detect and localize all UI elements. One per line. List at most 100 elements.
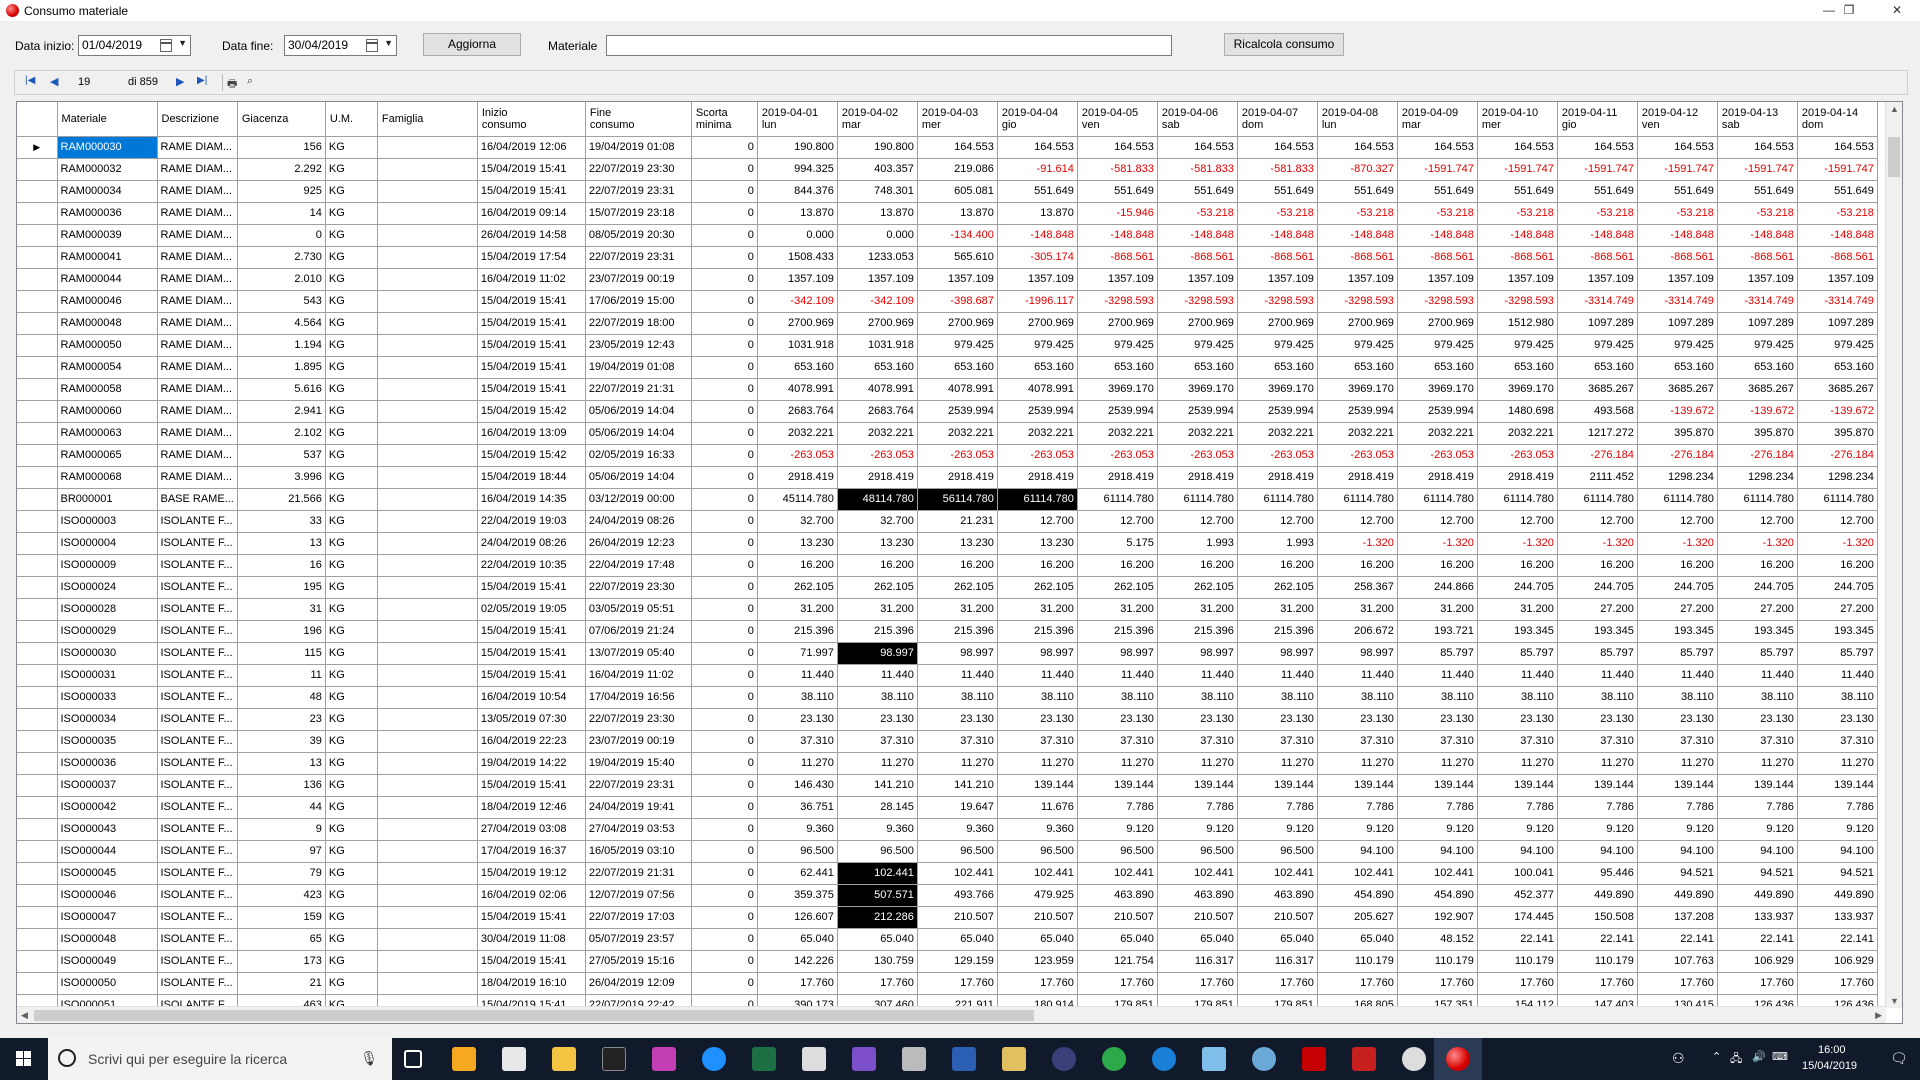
table-row[interactable]: ISO000033 ISOLANTE F... 48 KG 16/04/2019 10:…: [17, 686, 1878, 709]
table-cell[interactable]: [377, 642, 478, 665]
table-cell[interactable]: 2032.221: [757, 422, 838, 445]
table-cell[interactable]: 1.993: [1237, 532, 1318, 555]
table-cell[interactable]: 37.310: [1477, 730, 1558, 753]
table-cell[interactable]: ISOLANTE F...: [157, 708, 238, 731]
table-cell[interactable]: ISOLANTE F...: [157, 862, 238, 885]
table-cell[interactable]: 11.270: [1077, 752, 1158, 775]
table-cell[interactable]: 139.144: [1797, 774, 1878, 797]
table-cell[interactable]: 1480.698: [1477, 400, 1558, 423]
table-cell[interactable]: 2918.419: [757, 466, 838, 489]
table-cell[interactable]: -148.848: [1797, 224, 1878, 247]
file-explorer-icon[interactable]: [552, 1047, 576, 1071]
table-cell[interactable]: 7.786: [1797, 796, 1878, 819]
table-cell[interactable]: 2918.419: [1157, 466, 1238, 489]
table-cell[interactable]: RAME DIAM...: [157, 312, 238, 335]
table-cell[interactable]: 15/04/2019 15:41: [477, 378, 586, 401]
table-cell[interactable]: 61114.780: [1157, 488, 1238, 511]
table-cell[interactable]: [377, 158, 478, 181]
table-cell[interactable]: 110.179: [1477, 950, 1558, 973]
table-cell[interactable]: -53.218: [1237, 202, 1318, 225]
table-cell[interactable]: KG: [325, 158, 378, 181]
table-cell[interactable]: 98.997: [1157, 642, 1238, 665]
table-cell[interactable]: ISOLANTE F...: [157, 554, 238, 577]
table-cell[interactable]: 23/05/2019 12:43: [585, 334, 692, 357]
table-cell[interactable]: 116.317: [1157, 950, 1238, 973]
table-cell[interactable]: -148.848: [997, 224, 1078, 247]
table-cell[interactable]: 139.144: [1477, 774, 1558, 797]
table-cell[interactable]: 1357.109: [1237, 268, 1318, 291]
table-cell[interactable]: 2683.764: [757, 400, 838, 423]
table-cell[interactable]: 38.110: [1157, 686, 1238, 709]
table-cell[interactable]: 22.141: [1477, 928, 1558, 951]
row-header[interactable]: [17, 466, 58, 489]
print-icon[interactable]: 🖶: [227, 75, 237, 94]
table-cell[interactable]: 11: [237, 664, 326, 687]
table-cell[interactable]: [377, 510, 478, 533]
table-cell[interactable]: KG: [325, 598, 378, 621]
table-cell[interactable]: RAME DIAM...: [157, 136, 238, 159]
table-cell[interactable]: 215.396: [837, 620, 918, 643]
app-icon-generic[interactable]: [1402, 1047, 1426, 1071]
table-cell[interactable]: 141.210: [837, 774, 918, 797]
table-row[interactable]: RAM000068 RAME DIAM... 3.996 KG 15/04/2019 1…: [17, 466, 1878, 489]
table-cell[interactable]: 96.500: [997, 840, 1078, 863]
table-cell[interactable]: 23.130: [997, 708, 1078, 731]
table-cell[interactable]: 16/04/2019 09:14: [477, 202, 586, 225]
table-cell[interactable]: 28.145: [837, 796, 918, 819]
table-cell[interactable]: 22.141: [1557, 928, 1638, 951]
consumption-grid[interactable]: Materiale Descrizione Giacenza U.M. Famiglia…: [16, 101, 1903, 1024]
table-cell[interactable]: 9.360: [757, 818, 838, 841]
table-cell[interactable]: RAME DIAM...: [157, 180, 238, 203]
table-cell[interactable]: -868.561: [1717, 246, 1798, 269]
row-header[interactable]: [17, 620, 58, 643]
table-cell[interactable]: -263.053: [1077, 444, 1158, 467]
table-cell[interactable]: 22/07/2019 17:03: [585, 906, 692, 929]
table-cell[interactable]: 1357.109: [1317, 268, 1398, 291]
table-cell[interactable]: -3298.593: [1237, 290, 1318, 313]
table-cell[interactable]: ISOLANTE F...: [157, 796, 238, 819]
table-cell[interactable]: [377, 620, 478, 643]
table-cell[interactable]: 116.317: [1237, 950, 1318, 973]
table-cell[interactable]: 16.200: [1157, 554, 1238, 577]
table-cell[interactable]: 2918.419: [917, 466, 998, 489]
table-cell[interactable]: 102.441: [1157, 862, 1238, 885]
table-cell[interactable]: 24/04/2019 19:41: [585, 796, 692, 819]
clock-date[interactable]: 15/04/2019: [1802, 1060, 1857, 1072]
table-cell[interactable]: 23.130: [1557, 708, 1638, 731]
table-cell[interactable]: 11.270: [997, 752, 1078, 775]
tray-chevron-icon[interactable]: ⌃: [1712, 1050, 1721, 1063]
table-cell[interactable]: 219.086: [917, 158, 998, 181]
table-cell[interactable]: KG: [325, 268, 378, 291]
table-cell[interactable]: 1.895: [237, 356, 326, 379]
table-cell[interactable]: -139.672: [1797, 400, 1878, 423]
table-cell[interactable]: 08/05/2019 20:30: [585, 224, 692, 247]
table-cell[interactable]: 98.997: [917, 642, 998, 665]
table-cell[interactable]: 23.130: [1157, 708, 1238, 731]
table-cell[interactable]: 395.870: [1717, 422, 1798, 445]
table-cell[interactable]: 9.120: [1637, 818, 1718, 841]
table-cell[interactable]: 979.425: [997, 334, 1078, 357]
table-cell[interactable]: 61114.780: [1637, 488, 1718, 511]
table-cell[interactable]: -868.561: [1077, 246, 1158, 269]
table-cell[interactable]: KG: [325, 928, 378, 951]
table-row[interactable]: RAM000039 RAME DIAM... 0 KG 26/04/2019 14:58…: [17, 224, 1878, 247]
table-cell[interactable]: 844.376: [757, 180, 838, 203]
table-cell[interactable]: 16.200: [1077, 554, 1158, 577]
table-cell[interactable]: RAM000046: [57, 290, 158, 313]
row-header[interactable]: [17, 488, 58, 511]
table-cell[interactable]: -263.053: [837, 444, 918, 467]
table-cell[interactable]: 17.760: [1717, 972, 1798, 995]
table-row[interactable]: ISO000028 ISOLANTE F... 31 KG 02/05/2019 19:…: [17, 598, 1878, 621]
table-cell[interactable]: 37.310: [917, 730, 998, 753]
table-cell[interactable]: 1097.289: [1557, 312, 1638, 335]
table-cell[interactable]: [377, 224, 478, 247]
table-cell[interactable]: KG: [325, 356, 378, 379]
table-cell[interactable]: 0: [691, 422, 758, 445]
table-cell[interactable]: 190.800: [837, 136, 918, 159]
chrome-icon[interactable]: [1102, 1047, 1126, 1071]
table-cell[interactable]: 22.141: [1717, 928, 1798, 951]
table-cell[interactable]: 2700.969: [1157, 312, 1238, 335]
table-cell[interactable]: ISO000037: [57, 774, 158, 797]
table-row[interactable]: ▶ RAM000030 RAME DIAM... 156 KG 16/04/2019 12…: [17, 136, 1878, 159]
table-cell[interactable]: -1.320: [1797, 532, 1878, 555]
